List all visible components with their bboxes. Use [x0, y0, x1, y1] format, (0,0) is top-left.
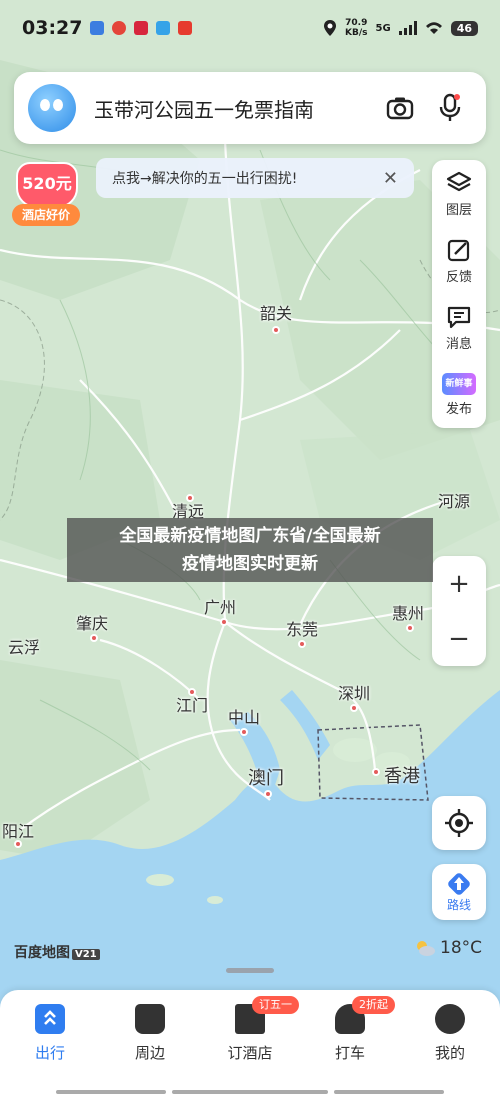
tab-taxi[interactable]: 2折起 打车 — [300, 996, 400, 1066]
crosshair-icon — [445, 809, 473, 837]
status-bar: 03:27 70.9 KB/s 5G 46 — [0, 0, 500, 56]
feedback-icon — [447, 239, 470, 261]
clock: 03:27 — [22, 17, 83, 39]
layers-icon — [446, 171, 472, 191]
hotel-deal-label: 酒店好价 — [12, 204, 80, 226]
publish-icon: 新鲜事 — [442, 372, 476, 395]
camera-button[interactable] — [382, 90, 418, 126]
city-dot — [264, 790, 272, 798]
mascot-avatar-icon[interactable] — [28, 84, 76, 132]
weather-widget[interactable]: 18°C — [414, 938, 482, 958]
video-icon — [156, 21, 171, 35]
city-dot — [350, 704, 358, 712]
nearby-icon — [135, 1004, 165, 1034]
city-dot — [188, 688, 196, 696]
city-label-hongkong[interactable]: 香港 — [372, 762, 420, 788]
city-label-jiangmen[interactable]: 江门 — [176, 688, 208, 716]
signal-icon — [398, 21, 417, 35]
city-dot — [272, 326, 280, 334]
gesture-bar — [334, 1090, 444, 1094]
city-label-shenzhen[interactable]: 深圳 — [338, 680, 370, 712]
camera-icon — [386, 97, 414, 120]
feedback-button[interactable]: 反馈 — [432, 227, 486, 294]
city-dot — [372, 768, 380, 776]
map-toolbar: 图层 反馈 消息 新鲜事 发布 — [432, 160, 486, 428]
tab-nearby[interactable]: 周边 — [100, 1000, 200, 1066]
drawer-handle[interactable] — [226, 968, 274, 973]
travel-icon — [35, 1004, 65, 1034]
city-label-heyuan[interactable]: 河源 — [438, 488, 470, 512]
city-dot — [90, 634, 98, 642]
profile-icon — [435, 1004, 465, 1034]
location-icon — [324, 20, 337, 36]
publish-button[interactable]: 新鲜事 发布 — [432, 361, 486, 428]
city-label-macau[interactable]: 澳门 — [248, 764, 284, 798]
city-dot — [406, 624, 414, 632]
city-label-shaoguan[interactable]: 韶关 — [260, 300, 292, 334]
article-title-overlay: 全国最新疫情地图广东省/全国最新 疫情地图实时更新 — [67, 518, 433, 582]
message-button[interactable]: 消息 — [432, 294, 486, 361]
city-dot — [240, 728, 248, 736]
holiday-banner[interactable]: 点我→解决你的五一出行困扰! ✕ — [96, 158, 414, 198]
taxi-tab-tag: 2折起 — [352, 996, 395, 1014]
locate-button[interactable] — [432, 796, 486, 850]
city-dot — [14, 840, 22, 848]
city-dot — [298, 640, 306, 648]
voice-button[interactable] — [432, 90, 468, 126]
network-type: 5G — [375, 22, 391, 34]
city-label-yangjiang[interactable]: 阳江 — [2, 818, 34, 848]
toutiao-icon — [178, 21, 193, 35]
zoom-controls: + − — [432, 556, 486, 666]
microphone-icon — [439, 93, 461, 121]
hotel-tab-tag: 订五一 — [252, 996, 299, 1014]
gesture-bar — [172, 1090, 328, 1094]
route-button[interactable]: 路线 — [432, 864, 486, 920]
tab-profile[interactable]: 我的 — [400, 1000, 500, 1066]
close-icon[interactable]: ✕ — [383, 168, 398, 189]
battery-indicator: 46 — [450, 20, 478, 36]
city-label-zhaoqing[interactable]: 肇庆 — [76, 610, 108, 642]
tab-hotel[interactable]: 订五一 订酒店 — [200, 996, 300, 1066]
tab-travel[interactable]: 出行 — [0, 1000, 100, 1066]
city-dot — [220, 618, 228, 626]
city-label-guangzhou[interactable]: 广州 — [204, 594, 236, 626]
zoom-in-button[interactable]: + — [432, 564, 486, 604]
layers-button[interactable]: 图层 — [432, 160, 486, 227]
city-label-yunfu[interactable]: 云浮 — [8, 634, 40, 658]
map-brand: 百度地图 V21 — [14, 942, 100, 962]
app-notification-icon — [90, 21, 105, 35]
city-label-zhongshan[interactable]: 中山 — [228, 704, 260, 736]
hotel-deal-amount: 520元 — [16, 162, 78, 208]
city-dot — [186, 494, 194, 502]
search-bar[interactable]: 玉带河公园五一免票指南 — [14, 72, 486, 144]
zoom-out-button[interactable]: − — [432, 619, 486, 659]
banner-text: 点我→解决你的五一出行困扰! — [112, 171, 298, 187]
gesture-bar — [56, 1090, 166, 1094]
city-label-huizhou[interactable]: 惠州 — [392, 600, 424, 632]
weibo-icon — [112, 21, 127, 35]
partly-cloudy-icon — [417, 941, 435, 956]
hotel-deal-badge[interactable]: 520元 酒店好价 — [10, 158, 82, 230]
city-label-dongguan[interactable]: 东莞 — [286, 616, 318, 648]
news-icon — [134, 21, 149, 35]
network-speed: 70.9 KB/s — [345, 18, 368, 38]
bottom-tab-bar: 出行 周边 订五一 订酒店 2折起 打车 我的 — [0, 990, 500, 1100]
search-input[interactable]: 玉带河公园五一免票指南 — [94, 94, 368, 123]
wifi-icon — [425, 22, 442, 34]
message-icon — [447, 306, 471, 328]
route-arrow-icon — [448, 872, 470, 895]
